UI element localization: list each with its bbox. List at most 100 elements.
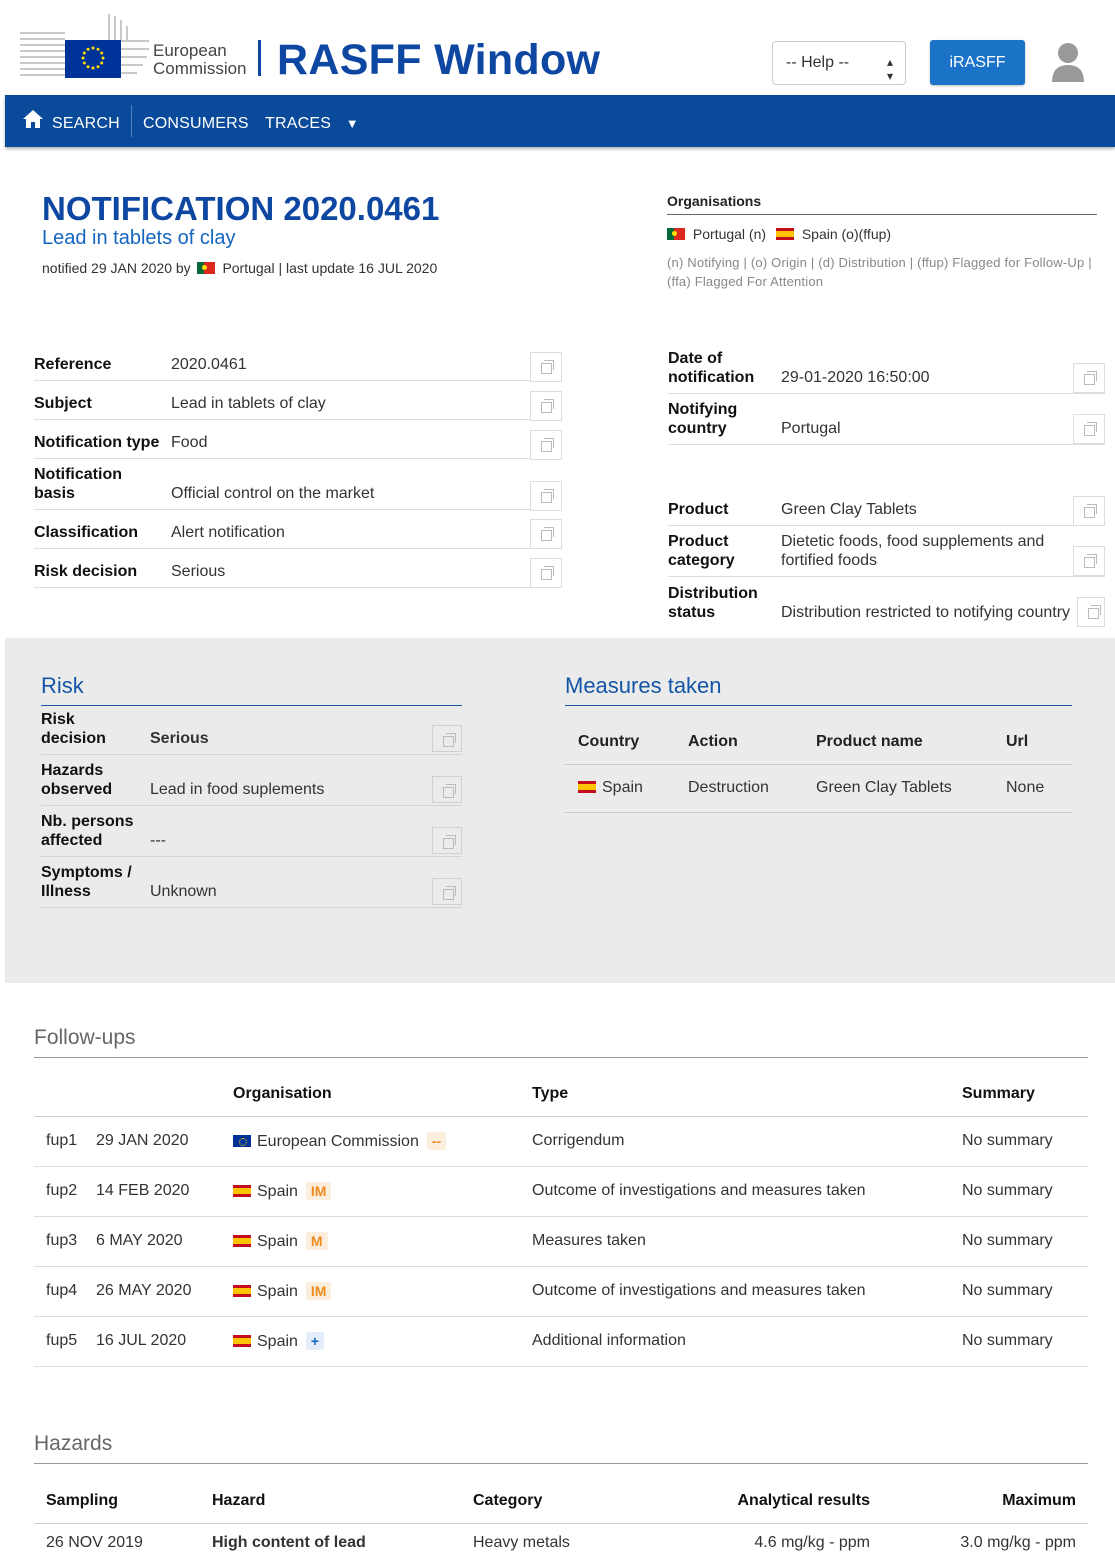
fup-date: 14 FEB 2020 — [96, 1166, 233, 1217]
organisations-heading: Organisations — [667, 193, 1097, 215]
table-row[interactable]: fup2 14 FEB 2020 Spain IM Outcome of inve… — [34, 1166, 1088, 1217]
table-row: Spain Destruction Green Clay Tablets Non… — [565, 764, 1072, 813]
field-label: Distribution status — [668, 585, 758, 621]
field-date-of-notification: Date of notification 29-01-2020 16:50:00 — [668, 346, 1105, 394]
table-row[interactable]: fup4 26 MAY 2020 Spain IM Outcome of inve… — [34, 1266, 1088, 1317]
risk-row-decision: Risk decision Serious — [41, 711, 462, 755]
risk-label: Hazards observed — [41, 762, 113, 798]
field-notifying-country: Notifying country Portugal — [668, 397, 1105, 445]
app-title[interactable]: RASFF Window — [277, 36, 600, 85]
measure-url: None — [998, 764, 1072, 813]
copy-icon[interactable] — [530, 519, 562, 549]
field-label: Classification — [34, 524, 139, 541]
col-product-name: Product name — [803, 720, 998, 765]
measures-table: Country Action Product name Url Spain De… — [565, 720, 1072, 813]
field-distribution-status: Distribution status Distribution restric… — [668, 580, 1105, 628]
copy-icon[interactable] — [432, 776, 462, 803]
measures-header-row: Country Action Product name Url — [565, 720, 1072, 765]
col-summary: Summary — [962, 1072, 1088, 1117]
field-value: Serious — [171, 563, 226, 580]
copy-icon[interactable] — [530, 481, 562, 511]
fup-type-badge: M — [305, 1231, 328, 1250]
notification-title: NOTIFICATION 2020.0461 — [42, 190, 440, 227]
country-name: Spain — [602, 779, 643, 796]
col-date — [96, 1072, 233, 1117]
org-name: Spain — [257, 1182, 298, 1200]
field-label: Date of notification — [668, 350, 755, 386]
table-row: 26 NOV 2019 High content of lead Heavy m… — [34, 1523, 1088, 1563]
table-row[interactable]: fup5 16 JUL 2020 Spain + Additional infor… — [34, 1316, 1088, 1367]
caret-down-icon: ▼ — [345, 116, 359, 131]
table-row[interactable]: fup3 6 MAY 2020 Spain M Measures taken No… — [34, 1216, 1088, 1267]
hazard-name: High content of lead — [212, 1534, 366, 1552]
copy-icon[interactable] — [432, 878, 462, 905]
notification-meta: notified 29 JAN 2020 by Portugal | last … — [42, 260, 437, 276]
copy-icon[interactable] — [1073, 546, 1105, 576]
copy-icon[interactable] — [1073, 363, 1105, 393]
col-type: Type — [532, 1072, 962, 1117]
nav-search[interactable]: SEARCH — [52, 115, 120, 133]
field-value: Dietetic foods, food supplements and for… — [781, 533, 1045, 569]
col-sampling: Sampling — [34, 1479, 212, 1524]
copy-icon[interactable] — [432, 827, 462, 854]
fup-summary: No summary — [962, 1316, 1088, 1367]
field-label: Notifying country — [668, 401, 738, 437]
fup-summary: No summary — [962, 1266, 1088, 1317]
followups-title: Follow-ups — [34, 1026, 1088, 1058]
user-icon[interactable] — [1050, 42, 1086, 82]
risk-label: Nb. persons affected — [41, 813, 134, 849]
fup-id: fup4 — [34, 1266, 96, 1317]
copy-icon[interactable] — [1073, 496, 1105, 526]
field-product: Product Green Clay Tablets — [668, 490, 1105, 526]
col-action: Action — [675, 720, 803, 765]
copy-icon[interactable] — [530, 430, 562, 460]
fup-date: 26 MAY 2020 — [96, 1266, 233, 1317]
field-notification-type: Notification type Food — [34, 423, 562, 460]
col-organisation: Organisation — [233, 1072, 532, 1117]
hazards-header-row: Sampling Hazard Category Analytical resu… — [34, 1479, 1088, 1524]
nav-consumers[interactable]: CONSUMERS — [143, 115, 249, 133]
select-arrows-icon: ▴ ▾ — [886, 55, 893, 83]
spain-flag-icon — [233, 1184, 251, 1197]
hazards-table: Sampling Hazard Category Analytical resu… — [34, 1479, 1088, 1563]
table-row[interactable]: fup1 29 JAN 2020 European Commission -- C… — [34, 1116, 1088, 1167]
field-classification: Classification Alert notification — [34, 513, 562, 549]
field-label: Notification type — [34, 434, 160, 451]
nav-separator — [131, 105, 132, 137]
ec-line-2: Commission — [153, 59, 247, 78]
organisations-list: Portugal (n) Spain (o)(ffup) — [667, 226, 891, 242]
risk-value: --- — [150, 832, 166, 849]
field-label: Risk decision — [34, 563, 138, 580]
copy-icon[interactable] — [1073, 414, 1105, 444]
main-nav: SEARCH CONSUMERS TRACES ▼ — [5, 95, 1115, 147]
measure-product: Green Clay Tablets — [803, 764, 998, 813]
spain-flag-icon — [775, 228, 794, 240]
org-name: Spain — [257, 1332, 298, 1350]
hazards-title: Hazards — [34, 1432, 1088, 1464]
fup-type-badge: IM — [305, 1181, 332, 1200]
header: European Commission RASFF Window -- Help… — [0, 0, 1115, 95]
copy-icon[interactable] — [432, 725, 462, 752]
irasff-button[interactable]: iRASFF — [930, 40, 1025, 85]
risk-row-hazards: Hazards observed Lead in food suplements — [41, 762, 462, 806]
nav-traces[interactable]: TRACES ▼ — [265, 115, 359, 133]
col-maximum: Maximum — [870, 1479, 1088, 1524]
copy-icon[interactable] — [530, 558, 562, 588]
col-id — [34, 1072, 96, 1117]
fup-id: fup1 — [34, 1116, 96, 1167]
help-select[interactable]: -- Help -- ▴ ▾ — [772, 41, 906, 85]
field-notification-basis: Notification basis Official control on t… — [34, 462, 562, 511]
copy-icon[interactable] — [530, 352, 562, 382]
european-commission-logo[interactable]: European Commission — [20, 14, 250, 80]
spain-flag-icon — [578, 781, 596, 793]
col-category: Category — [473, 1479, 669, 1524]
home-icon[interactable] — [22, 108, 44, 130]
copy-icon[interactable] — [1077, 597, 1105, 627]
spain-flag-icon — [233, 1234, 251, 1247]
col-analytical-results: Analytical results — [669, 1479, 870, 1524]
fup-date: 6 MAY 2020 — [96, 1216, 233, 1267]
copy-icon[interactable] — [530, 391, 562, 421]
organisations-legend: (n) Notifying | (o) Origin | (d) Distrib… — [667, 255, 1092, 289]
col-url: Url — [998, 720, 1072, 765]
fup-organisation: Spain IM — [233, 1266, 532, 1317]
